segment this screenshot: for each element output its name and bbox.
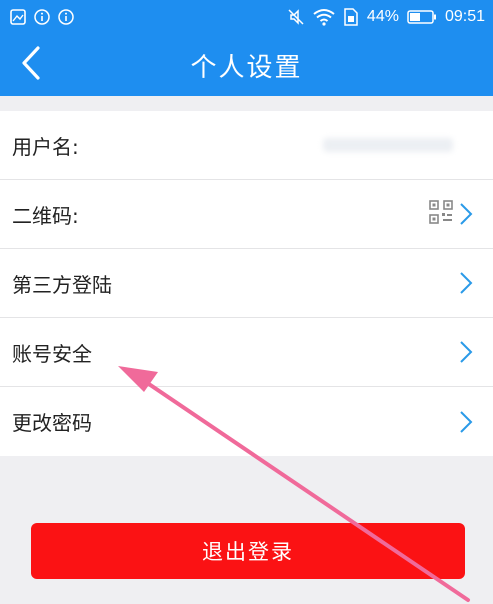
clock: 09:51	[444, 8, 485, 25]
chevron-right-icon	[459, 410, 473, 434]
row-label: 二维码:	[12, 203, 79, 228]
row-right	[429, 200, 473, 228]
wifi-icon	[313, 8, 335, 26]
chevron-right-icon	[459, 271, 473, 295]
gallery-notification-icon	[10, 9, 26, 25]
status-bar: 44% 09:51	[0, 0, 493, 34]
qr-code-icon	[429, 200, 453, 228]
logout-button[interactable]: 退出登录	[31, 523, 465, 579]
info-notification-icon	[58, 9, 74, 25]
row-label: 账号安全	[12, 341, 92, 366]
page-title: 个人设置	[190, 52, 303, 83]
sim-card-icon	[343, 8, 359, 26]
back-button[interactable]	[8, 42, 54, 88]
battery-icon	[407, 9, 437, 25]
settings-row-qrcode[interactable]: 二维码:	[0, 180, 493, 249]
mute-icon	[287, 8, 305, 26]
status-left	[10, 9, 74, 25]
settings-row-username[interactable]: 用户名:	[0, 111, 493, 180]
chevron-right-icon	[459, 340, 473, 364]
app-header: 个人设置	[0, 34, 493, 96]
settings-row-third-party-login[interactable]: 第三方登陆	[0, 249, 493, 318]
settings-list: 用户名: 二维码: 第三方登陆 账号安全 更改密码	[0, 111, 493, 456]
settings-row-change-password[interactable]: 更改密码	[0, 387, 493, 456]
info-notification-icon	[34, 9, 50, 25]
username-value-blurred	[323, 138, 453, 152]
row-label: 更改密码	[12, 411, 92, 435]
chevron-left-icon	[20, 46, 42, 84]
settings-row-account-security[interactable]: 账号安全	[0, 318, 493, 387]
row-label: 第三方登陆	[12, 272, 112, 297]
status-right: 44% 09:51	[287, 8, 485, 26]
chevron-right-icon	[459, 202, 473, 226]
battery-percent: 44%	[366, 8, 399, 25]
